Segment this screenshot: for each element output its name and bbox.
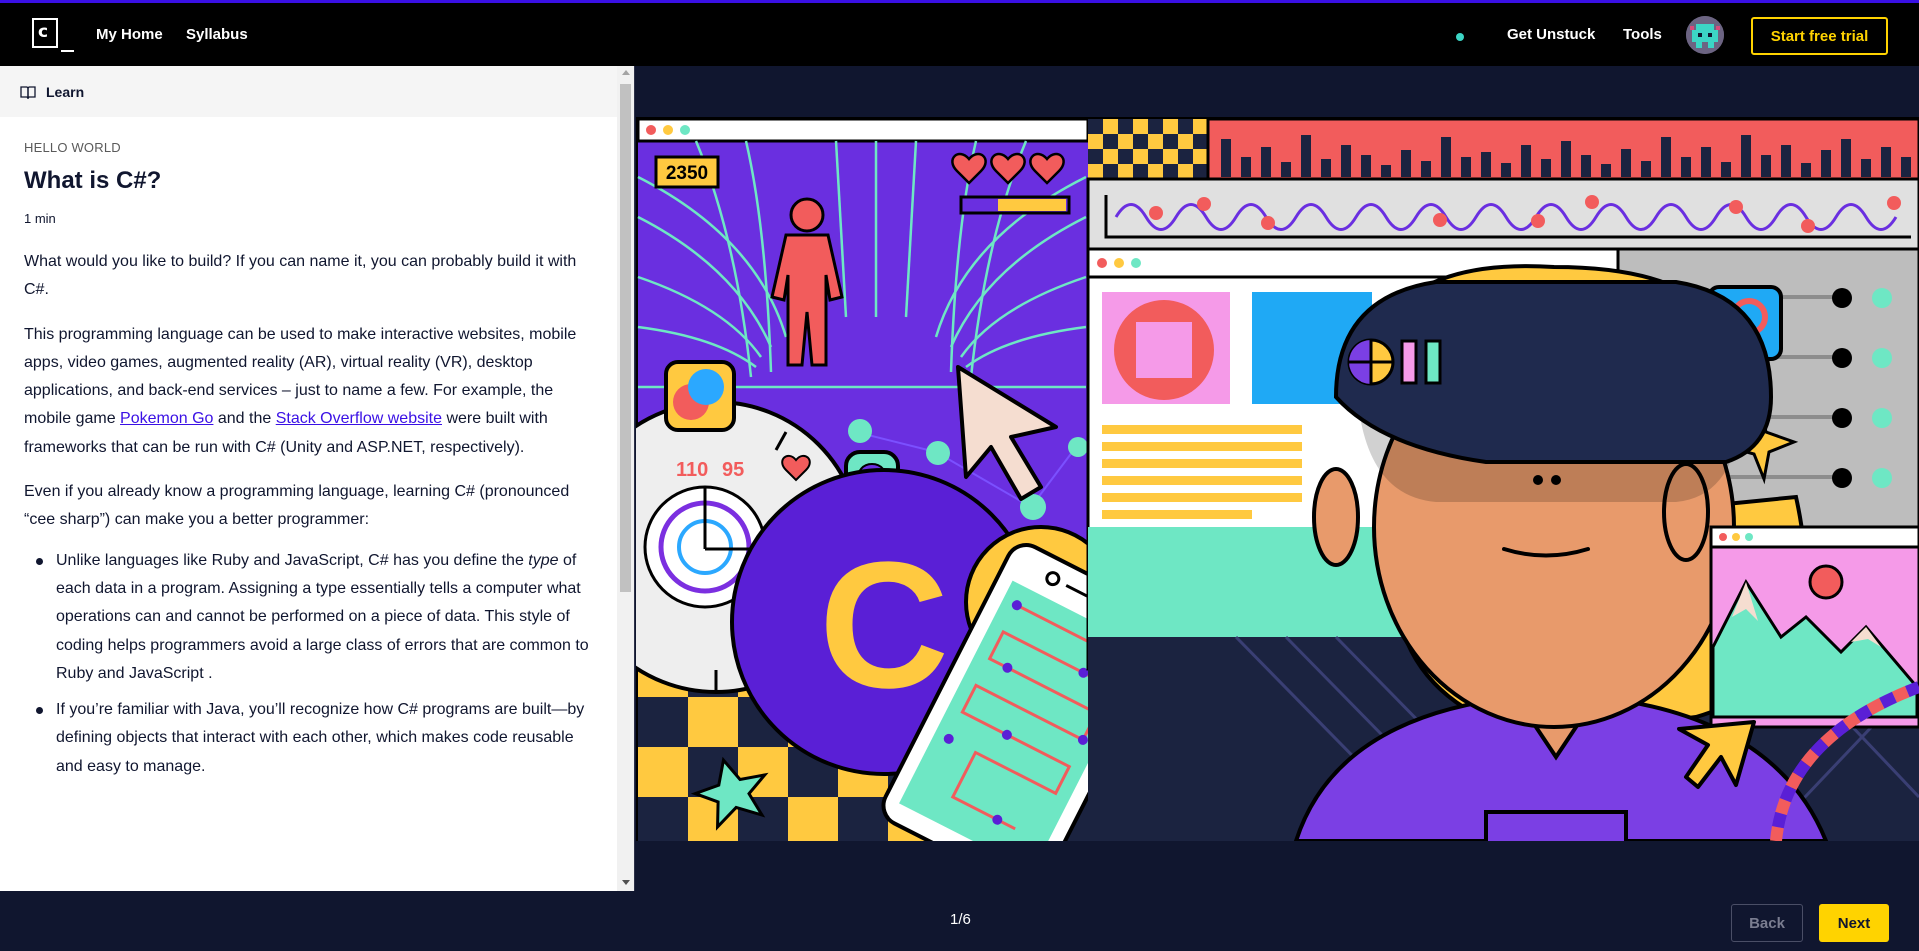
paragraph-2-text-b: and the bbox=[213, 410, 276, 428]
logo-letter: c bbox=[38, 22, 49, 42]
lesson-panel: Learn HELLO WORLD What is C#? 1 min What… bbox=[0, 66, 634, 891]
paragraph-2: This programming language can be used to… bbox=[24, 321, 594, 462]
top-navigation: c My Home Syllabus Get Unstuck Tools Sta… bbox=[0, 0, 1919, 66]
lesson-content: HELLO WORLD What is C#? 1 min What would… bbox=[24, 140, 594, 789]
lesson-illustration: 2350 110 95 C bbox=[636, 117, 1919, 841]
pokemon-go-link[interactable]: Pokemon Go bbox=[120, 410, 213, 427]
score-text: 2350 bbox=[666, 163, 708, 184]
nav-link-tools[interactable]: Tools bbox=[1623, 23, 1662, 47]
bullet-1-emphasis: type bbox=[528, 551, 559, 569]
codecademy-logo[interactable]: c bbox=[32, 18, 74, 54]
list-item: Unlike languages like Ruby and JavaScrip… bbox=[36, 547, 594, 688]
logo-cursor bbox=[61, 50, 74, 52]
lesson-footer: 1/6 Back Next bbox=[0, 891, 1919, 951]
scroll-down-arrow-icon[interactable] bbox=[622, 880, 630, 885]
next-button[interactable]: Next bbox=[1819, 904, 1889, 942]
page-indicator: 1/6 bbox=[950, 911, 971, 928]
lesson-scrollbar[interactable] bbox=[617, 66, 634, 891]
start-free-trial-button[interactable]: Start free trial bbox=[1751, 17, 1888, 55]
back-button[interactable]: Back bbox=[1731, 904, 1803, 942]
gauge-left-text: 110 bbox=[676, 459, 708, 481]
user-avatar[interactable] bbox=[1686, 16, 1724, 54]
list-item: If you’re familiar with Java, you’ll rec… bbox=[36, 696, 594, 781]
paragraph-3: Even if you already know a programming l… bbox=[24, 483, 570, 529]
learn-header: Learn bbox=[0, 66, 617, 117]
big-c-letter: C bbox=[819, 525, 949, 726]
paragraph-1: What would you like to build? If you can… bbox=[24, 253, 577, 299]
lesson-title: What is C#? bbox=[24, 167, 162, 194]
book-icon bbox=[20, 85, 36, 99]
panel-divider[interactable] bbox=[634, 66, 635, 891]
gauge-right-text: 95 bbox=[722, 459, 744, 481]
benefits-list: Unlike languages like Ruby and JavaScrip… bbox=[24, 547, 594, 781]
stack-overflow-link[interactable]: Stack Overflow website bbox=[276, 410, 442, 427]
notification-dot-icon bbox=[1456, 33, 1464, 41]
learn-label: Learn bbox=[46, 83, 85, 100]
bullet-1-text-a: Unlike languages like Ruby and JavaScrip… bbox=[56, 551, 529, 569]
nav-link-get-unstuck[interactable]: Get Unstuck bbox=[1507, 23, 1595, 47]
lesson-kicker: HELLO WORLD bbox=[24, 140, 121, 155]
scroll-thumb[interactable] bbox=[620, 84, 631, 592]
nav-link-my-home[interactable]: My Home bbox=[96, 23, 163, 47]
scroll-up-arrow-icon[interactable] bbox=[622, 70, 630, 75]
reading-time: 1 min bbox=[24, 211, 56, 226]
nav-link-syllabus[interactable]: Syllabus bbox=[186, 23, 248, 47]
csharp-hero-illustration: 2350 110 95 C bbox=[636, 117, 1919, 841]
avatar-pixel-icon bbox=[1686, 16, 1724, 54]
bullet-1-text-b: of each data in a program. Assigning a t… bbox=[56, 551, 589, 682]
